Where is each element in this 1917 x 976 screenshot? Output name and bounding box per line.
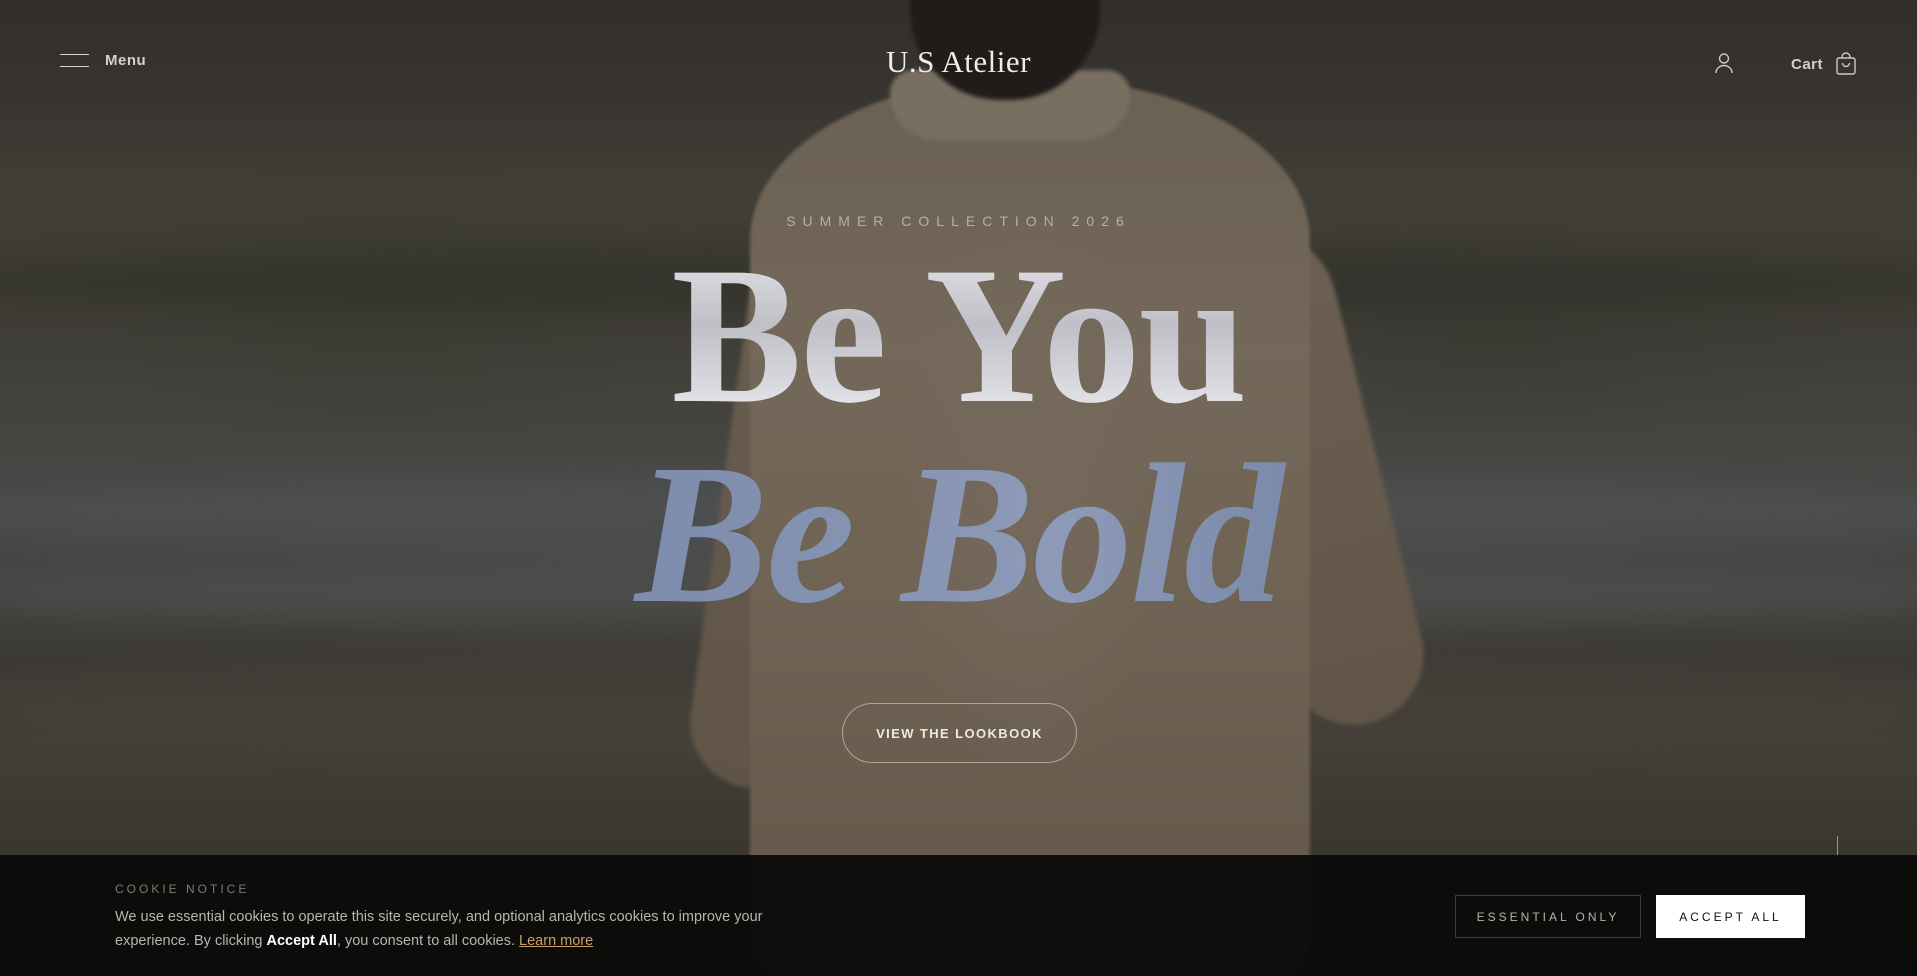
accept-all-button[interactable]: ACCEPT ALL [1656, 895, 1805, 938]
brand-logo[interactable]: U.S Atelier [0, 44, 1917, 80]
cookie-message: We use essential cookies to operate this… [115, 909, 763, 949]
accept-all-emphasis: Accept All [266, 933, 337, 949]
cart-label: Cart [1791, 55, 1824, 73]
hero-headline-line1: Be You [0, 238, 1917, 434]
learn-more-link[interactable]: Learn more [519, 933, 593, 949]
essential-only-button[interactable]: ESSENTIAL ONLY [1455, 895, 1641, 938]
shopping-bag-icon [1836, 52, 1856, 75]
user-icon[interactable] [1714, 52, 1734, 74]
cookie-title: COOKIE NOTICE [115, 882, 250, 896]
hero-headline-line2: Be Bold [0, 435, 1917, 635]
cookie-banner: COOKIE NOTICE We use essential cookies t… [0, 855, 1917, 976]
view-lookbook-button[interactable]: VIEW THE LOOKBOOK [842, 703, 1077, 763]
site-header: Menu U.S Atelier Cart [0, 0, 1917, 130]
cart-button[interactable]: Cart [1791, 52, 1858, 76]
